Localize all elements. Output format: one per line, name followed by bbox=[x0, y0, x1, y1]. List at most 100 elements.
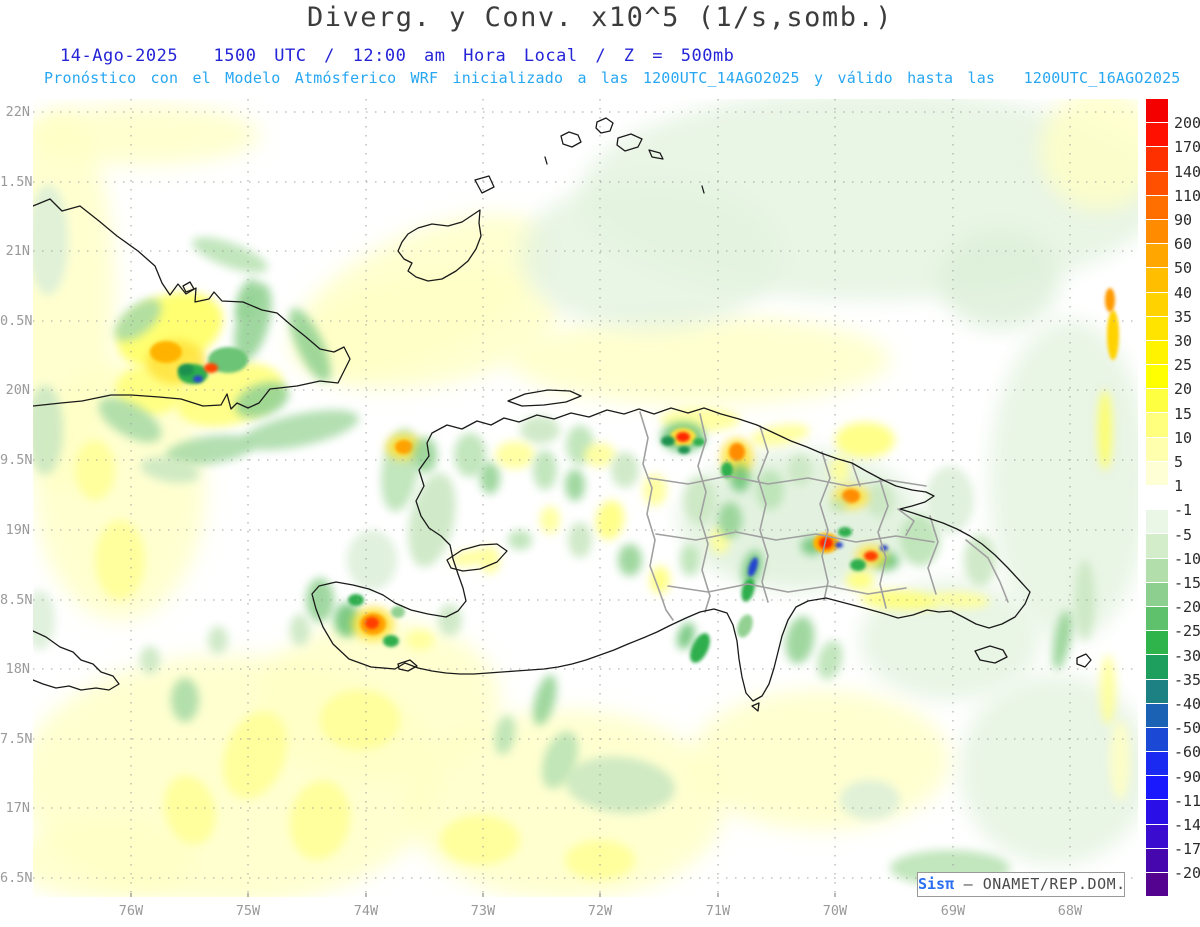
shading-blob bbox=[850, 559, 866, 571]
colorbar bbox=[1146, 99, 1168, 897]
lat-label: 7.5N bbox=[0, 731, 33, 747]
colorbar-cell bbox=[1146, 631, 1168, 655]
colorbar-label: 35 bbox=[1174, 307, 1193, 326]
shading-blob bbox=[817, 640, 843, 680]
shading-blob bbox=[391, 606, 405, 618]
sispi-logo: Sisπ bbox=[918, 875, 955, 893]
colorbar-cell bbox=[1146, 437, 1168, 461]
colorbar-label: 20 bbox=[1174, 380, 1193, 399]
lon-label: 74W bbox=[353, 903, 379, 919]
shading-blob bbox=[835, 542, 843, 548]
shading-blob bbox=[365, 617, 379, 629]
shading-blob bbox=[383, 635, 399, 647]
colorbar-label: 30 bbox=[1174, 332, 1193, 350]
shading-blob bbox=[990, 320, 1150, 640]
shading-field bbox=[5, 90, 1160, 905]
colorbar-label: -20 bbox=[1174, 598, 1200, 617]
shading-blob bbox=[438, 604, 462, 636]
colorbar-label: 90 bbox=[1174, 211, 1193, 229]
colorbar-label: 200 bbox=[1174, 114, 1200, 133]
lon-label: 71W bbox=[705, 903, 731, 919]
shading-blob bbox=[693, 438, 705, 446]
coastline bbox=[560, 131, 582, 148]
shading-blob bbox=[864, 551, 878, 561]
shading-blob bbox=[611, 452, 639, 488]
colorbar-label: 25 bbox=[1174, 356, 1193, 375]
model-info-line: Pronóstico con el Modelo Atmósferico WRF… bbox=[44, 69, 1181, 87]
colorbar-label: 60 bbox=[1174, 235, 1193, 254]
shading-blob bbox=[290, 614, 310, 646]
colorbar-cell bbox=[1146, 486, 1168, 510]
shading-blob bbox=[595, 500, 625, 540]
lat-label: 8.5N bbox=[0, 592, 33, 608]
colorbar-cell bbox=[1146, 316, 1168, 340]
shading-blob bbox=[840, 780, 900, 820]
shading-blob bbox=[192, 237, 268, 273]
shading-blob bbox=[320, 690, 400, 750]
shading-blob bbox=[678, 446, 690, 454]
lon-label: 70W bbox=[822, 903, 848, 919]
colorbar-cell bbox=[1146, 195, 1168, 219]
shading-blob bbox=[940, 230, 1060, 330]
shading-blob bbox=[618, 544, 642, 576]
lon-label: 69W bbox=[940, 903, 966, 919]
shading-blob bbox=[1110, 720, 1130, 800]
colorbar-cell bbox=[1146, 752, 1168, 776]
colorbar-label: -5 bbox=[1174, 525, 1193, 544]
shading-blob bbox=[650, 566, 670, 594]
lat-label: 1.5N bbox=[0, 174, 33, 190]
colorbar-cell bbox=[1146, 534, 1168, 558]
shading-blob bbox=[540, 506, 560, 534]
shading-blob bbox=[584, 443, 616, 467]
colorbar-cell bbox=[1146, 147, 1168, 171]
colorbar-label: -35 bbox=[1174, 670, 1200, 689]
shading-blob bbox=[565, 469, 585, 501]
margin-mask-left bbox=[0, 99, 33, 899]
shading-blob bbox=[495, 441, 535, 469]
shading-blob bbox=[20, 105, 260, 165]
shading-blob bbox=[413, 437, 437, 473]
shading-blob bbox=[1107, 310, 1119, 360]
lat-label: 0.5N bbox=[0, 313, 33, 329]
attribution-text: – ONAMET/REP.DOM. bbox=[954, 875, 1126, 893]
colorbar-cell bbox=[1146, 365, 1168, 389]
shading-blob bbox=[178, 364, 194, 376]
chart-title: Diverg. y Conv. x10^5 (1/s,somb.) bbox=[307, 2, 893, 33]
colorbar-label: -60 bbox=[1174, 743, 1200, 762]
shading-blob bbox=[348, 594, 364, 606]
shading-blob bbox=[520, 180, 780, 330]
colorbar-cell bbox=[1146, 268, 1168, 292]
colorbar-label: -1 bbox=[1174, 501, 1193, 520]
colorbar-cell bbox=[1146, 606, 1168, 631]
lat-label: 9.5N bbox=[0, 452, 33, 468]
colorbar-label: -40 bbox=[1174, 695, 1200, 713]
lon-label: 73W bbox=[470, 903, 496, 919]
shading-blob bbox=[1105, 288, 1115, 312]
colorbar-cell bbox=[1146, 824, 1168, 848]
colorbar-label: -110 bbox=[1174, 791, 1200, 810]
shading-blob bbox=[866, 482, 894, 518]
shading-blob bbox=[140, 646, 160, 674]
colorbar-cell bbox=[1146, 413, 1168, 437]
colorbar-cell bbox=[1146, 244, 1168, 268]
shading-blob bbox=[193, 375, 203, 383]
colorbar-label: 5 bbox=[1174, 453, 1184, 471]
shading-blob bbox=[75, 440, 115, 500]
lon-label: 72W bbox=[587, 903, 613, 919]
shading-blob bbox=[306, 578, 334, 622]
shading-blob bbox=[454, 433, 486, 477]
valid-time-line: 14-Ago-2025 1500 UTC / 12:00 am Hora Loc… bbox=[60, 46, 735, 66]
shading-blob bbox=[676, 432, 690, 442]
colorbar-label: -200 bbox=[1174, 864, 1200, 883]
shading-blob bbox=[406, 630, 434, 650]
colorbar-cell bbox=[1146, 340, 1168, 365]
shading-blob bbox=[842, 489, 860, 503]
shading-blob bbox=[150, 341, 182, 363]
colorbar-label: 15 bbox=[1174, 404, 1193, 423]
shading-blob bbox=[729, 443, 745, 461]
colorbar-cell bbox=[1146, 510, 1168, 534]
colorbar-label: -15 bbox=[1174, 574, 1200, 592]
colorbar-cell bbox=[1146, 171, 1168, 195]
colorbar-label: -30 bbox=[1174, 646, 1200, 665]
lat-label: 6.5N bbox=[0, 870, 33, 886]
